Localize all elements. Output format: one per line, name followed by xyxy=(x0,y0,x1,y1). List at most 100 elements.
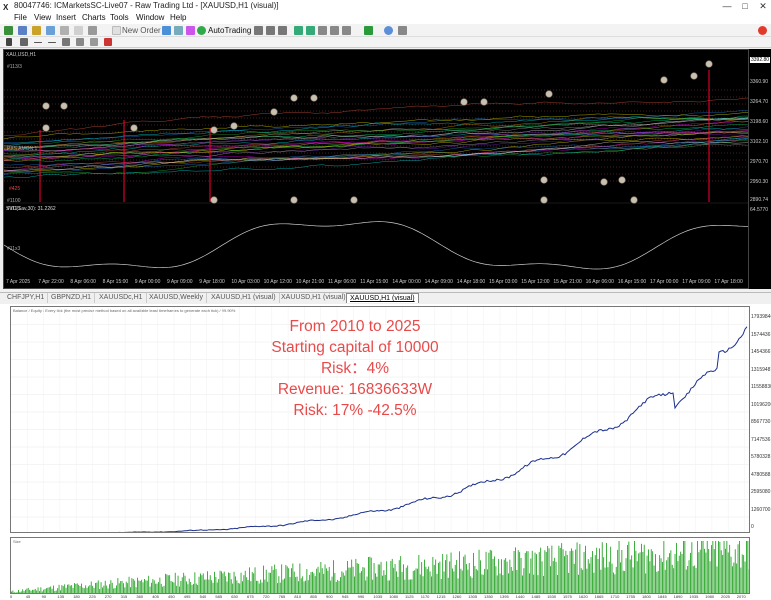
volume-bar xyxy=(594,555,596,593)
y-tick-label: 17939846 xyxy=(751,314,771,320)
trade-marker xyxy=(60,102,68,110)
volume-bar xyxy=(215,576,217,593)
data-window-icon[interactable] xyxy=(46,26,55,35)
cursor-icon[interactable] xyxy=(6,38,12,46)
volume-bar xyxy=(636,561,638,593)
volume-bar xyxy=(335,581,337,593)
close-button[interactable]: ✕ xyxy=(756,0,770,12)
time-tick-label: 17 Apr 00:00 xyxy=(650,279,679,285)
navigator-icon[interactable] xyxy=(60,26,69,35)
menu-view[interactable]: View xyxy=(34,12,51,24)
minimize-button[interactable]: — xyxy=(720,0,734,12)
volume-bar xyxy=(69,585,71,593)
volume-bar xyxy=(293,571,295,593)
text-label-icon[interactable] xyxy=(104,38,112,46)
volume-bar xyxy=(369,556,371,593)
terminal-icon[interactable] xyxy=(74,26,83,35)
volume-bar xyxy=(323,573,325,593)
volume-bar xyxy=(419,574,421,593)
app-window: X 80047746: ICMarketsSC-Live07 - Raw Tra… xyxy=(0,0,771,600)
time-tick-label: 10 Apr 12:00 xyxy=(263,279,292,285)
volume-bar xyxy=(622,570,624,593)
volume-bar xyxy=(475,569,477,593)
new-order-button[interactable]: New Order xyxy=(122,24,161,37)
indicators-icon[interactable] xyxy=(364,26,373,35)
line-chart-icon[interactable] xyxy=(278,26,287,35)
horizontal-line-icon[interactable] xyxy=(48,42,56,43)
volume-bar xyxy=(667,557,669,593)
maximize-button[interactable]: □ xyxy=(738,0,752,12)
metaeditor-icon[interactable] xyxy=(162,26,171,35)
price-chart[interactable]: XAU,USD,H1 #113/3 PXS AMON:1 #425 #1100 … xyxy=(3,49,749,289)
zoom-in-icon[interactable] xyxy=(294,26,303,35)
volume-bar xyxy=(509,559,511,593)
drawing-toolbar xyxy=(0,37,771,48)
new-order-icon[interactable] xyxy=(112,26,121,35)
menu-file[interactable]: File xyxy=(14,12,27,24)
volume-bar xyxy=(741,554,743,593)
volume-bar xyxy=(138,580,140,593)
volume-bar xyxy=(536,554,537,593)
new-chart-icon[interactable] xyxy=(4,26,13,35)
volume-bar xyxy=(732,566,733,593)
volume-bar xyxy=(716,566,718,593)
volume-bar xyxy=(191,584,193,593)
crosshair-icon[interactable] xyxy=(20,38,28,46)
history-icon[interactable] xyxy=(174,26,183,35)
autotrading-icon[interactable] xyxy=(197,26,206,35)
bar-chart-icon[interactable] xyxy=(254,26,263,35)
trendline-icon[interactable] xyxy=(62,38,70,46)
zoom-out-icon[interactable] xyxy=(306,26,315,35)
menu-tools[interactable]: Tools xyxy=(110,12,129,24)
volume-bar xyxy=(229,573,231,593)
volume-bar xyxy=(407,565,409,593)
autoscroll-icon[interactable] xyxy=(330,26,339,35)
volume-bar xyxy=(436,573,438,593)
menu-help[interactable]: Help xyxy=(170,12,186,24)
volume-bar xyxy=(125,581,127,593)
fibonacci-icon[interactable] xyxy=(90,38,98,46)
tab-xauusdc[interactable]: XAUUSDc,H1 xyxy=(96,293,147,303)
tab-xauusd-visual-active[interactable]: XAUUSD,H1 (visual) xyxy=(346,293,419,303)
menu-charts[interactable]: Charts xyxy=(82,12,106,24)
volume-bar xyxy=(194,572,196,593)
y-tick-label: 0 xyxy=(751,524,754,530)
periods-icon[interactable] xyxy=(384,26,393,35)
volume-bar xyxy=(670,550,672,593)
templates-icon[interactable] xyxy=(398,26,407,35)
volume-bar xyxy=(695,568,697,593)
tab-xauusd-visual-1[interactable]: XAUUSD,H1 (visual) xyxy=(208,293,280,303)
menu-window[interactable]: Window xyxy=(136,12,164,24)
volume-bar xyxy=(341,571,343,593)
menu-insert[interactable]: Insert xyxy=(56,12,76,24)
volume-bar xyxy=(142,582,144,593)
x-tick-label: 1575 xyxy=(563,594,572,599)
volume-bar xyxy=(141,579,143,593)
autotrading-button[interactable]: AutoTrading xyxy=(208,24,251,37)
channel-icon[interactable] xyxy=(76,38,84,46)
strategy-tester-icon[interactable] xyxy=(88,26,97,35)
volume-bar xyxy=(429,571,431,593)
tile-windows-icon[interactable] xyxy=(318,26,327,35)
candlestick-icon[interactable] xyxy=(266,26,275,35)
alert-icon[interactable] xyxy=(758,26,767,35)
profiles-icon[interactable] xyxy=(18,26,27,35)
tab-xauusd-weekly[interactable]: XAUUSD,Weekly xyxy=(146,293,207,303)
experts-icon[interactable] xyxy=(186,26,195,35)
x-tick-label: 1665 xyxy=(594,594,604,599)
volume-bar xyxy=(487,569,488,593)
volume-bar xyxy=(352,566,354,593)
volume-bar xyxy=(334,572,336,593)
volume-bar xyxy=(165,573,166,593)
vertical-line-icon[interactable] xyxy=(34,42,42,43)
volume-bar xyxy=(268,572,270,593)
volume-bar xyxy=(307,580,309,593)
market-watch-icon[interactable] xyxy=(32,26,41,35)
volume-bar xyxy=(412,570,414,593)
volume-bar xyxy=(639,552,641,593)
tab-chfjpy[interactable]: CHFJPY,H1 xyxy=(4,293,49,303)
volume-bar xyxy=(699,549,701,593)
tab-gbpnzd[interactable]: GBPNZD,H1 xyxy=(48,293,96,303)
tab-xauusd-visual-2[interactable]: XAUUSD,H1 (visual) xyxy=(278,293,350,303)
chart-shift-icon[interactable] xyxy=(342,26,351,35)
